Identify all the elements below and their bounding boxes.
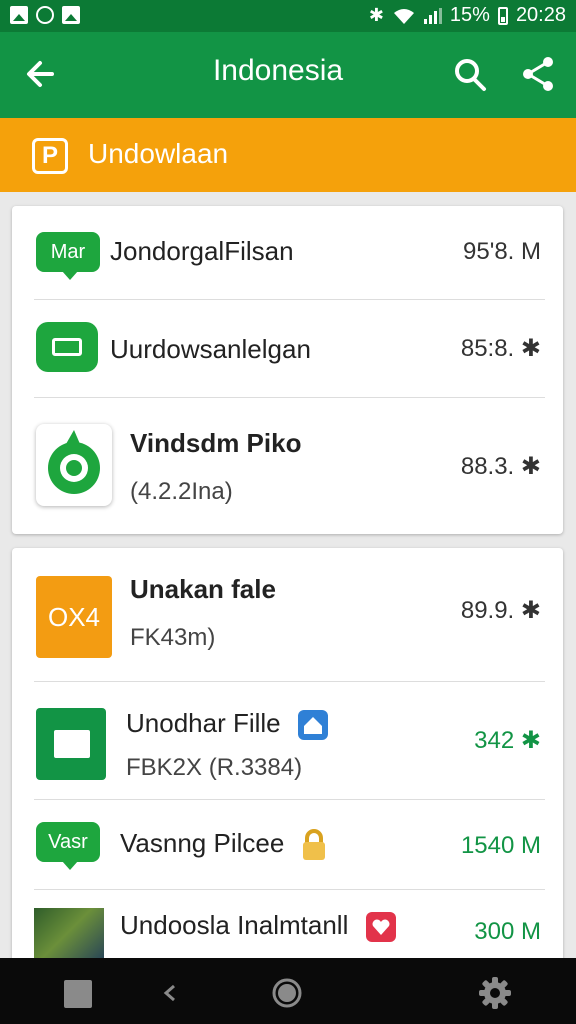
list-item[interactable]: Vindsdm Piko (4.2.2Ina) 88.3. ✱ — [12, 398, 563, 534]
app-version: FK43m) — [130, 624, 216, 651]
status-indicators: ✱ 15% 20:28 — [369, 4, 566, 27]
app-name: Uurdowsanlelgan — [110, 334, 311, 364]
wifi-icon — [393, 8, 414, 24]
app-version: FBK2X (R.3384) — [126, 754, 303, 781]
app-size: 1540 M — [460, 832, 541, 859]
home-badge-icon — [297, 710, 328, 741]
app-size: 89.9. ✱ — [460, 597, 541, 624]
system-navigation-bar — [0, 958, 576, 1024]
app-name: Unodhar Fille — [126, 708, 328, 741]
list-item[interactable]: OX4 Unakan fale FK43m) 89.9. ✱ — [12, 548, 563, 682]
app-list-card-1: Mar JondorgalFilsan 95'8. M Uurdowsanlel… — [12, 206, 563, 534]
app-name: Vasnng Pilcee — [120, 828, 326, 861]
app-name-text: Vasnng Pilcee — [120, 828, 285, 858]
app-size: 342 ✱ — [474, 727, 541, 754]
app-size: 95'8. M — [463, 238, 541, 265]
ox4-app-icon: OX4 — [36, 576, 112, 658]
app-list-card-2: OX4 Unakan fale FK43m) 89.9. ✱ Unodhar F… — [12, 548, 563, 968]
chat-bubble-icon: Mar — [36, 232, 100, 280]
signal-icon — [423, 7, 442, 24]
bluetooth-icon: ✱ — [368, 5, 384, 25]
list-item[interactable]: Vasr Vasnng Pilcee 1540 M — [12, 800, 563, 890]
notification-icons — [10, 6, 80, 24]
nav-back-icon[interactable] — [160, 978, 180, 1008]
app-size: 300 M — [474, 918, 541, 945]
banner-label: Undowlaan — [88, 138, 229, 169]
sheets-app-icon — [36, 708, 106, 780]
app-name-text: Undoosla Inalmtanll — [120, 910, 349, 940]
list-item[interactable]: Unodhar Fille FBK2X (R.3384) 342 ✱ — [12, 682, 563, 800]
lock-icon — [302, 829, 325, 861]
recent-apps-icon[interactable] — [64, 980, 92, 1008]
nav-home-icon[interactable] — [272, 978, 302, 1008]
list-item[interactable]: Uurdowsanlelgan 85:8. ✱ — [12, 300, 563, 398]
list-item[interactable]: Undoosla Inalmtanll 300 M — [12, 890, 563, 968]
list-item[interactable]: Mar JondorgalFilsan 95'8. M — [12, 206, 563, 300]
app-name: Vindsdm Piko — [130, 428, 302, 458]
app-name-text: Unodhar Fille — [126, 708, 281, 738]
image-notification-icon — [10, 6, 28, 24]
camera-app-icon — [36, 322, 98, 372]
battery-icon — [497, 6, 508, 25]
share-icon[interactable] — [518, 54, 558, 94]
chat-bubble-icon: Vasr — [36, 822, 100, 870]
location-app-icon — [36, 424, 112, 506]
heart-badge-icon — [365, 912, 396, 943]
app-name: Unakan fale — [130, 574, 276, 604]
app-name: JondorgalFilsan — [110, 236, 294, 266]
download-banner[interactable]: P Undowlaan — [0, 118, 576, 192]
settings-gear-icon[interactable] — [478, 976, 512, 1010]
status-bar: ✱ 15% 20:28 — [0, 0, 576, 32]
clock: 20:28 — [515, 4, 566, 26]
app-size: 88.3. ✱ — [460, 453, 541, 480]
app-size: 85:8. ✱ — [460, 335, 541, 362]
app-name: Undoosla Inalmtanll — [120, 910, 396, 943]
app-bar: Indonesia — [0, 32, 576, 118]
alarm-notification-icon — [36, 6, 54, 24]
search-icon[interactable] — [452, 54, 488, 94]
download-app-icon: P — [32, 138, 68, 174]
app-version: (4.2.2Ina) — [130, 478, 233, 505]
battery-percent: 15% — [449, 4, 490, 26]
gallery-notification-icon — [62, 6, 80, 24]
